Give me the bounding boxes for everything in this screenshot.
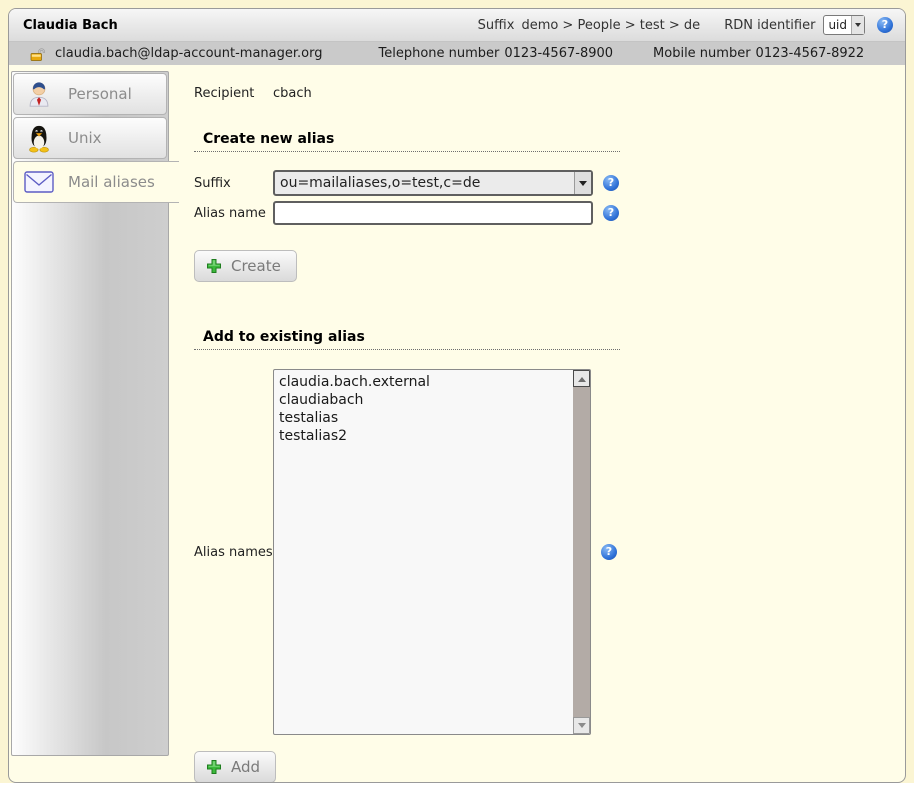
create-new-alias-heading: Create new alias bbox=[194, 131, 620, 152]
telephone-value: 0123-4567-8900 bbox=[504, 46, 613, 61]
alias-option[interactable]: testalias bbox=[274, 409, 573, 427]
suffix-field-label: Suffix bbox=[194, 176, 273, 191]
user-email: claudia.bach@ldap-account-manager.org bbox=[55, 46, 322, 61]
rdn-identifier-select[interactable]: uid bbox=[823, 15, 865, 35]
help-icon[interactable]: ? bbox=[877, 17, 893, 33]
chevron-down-icon bbox=[574, 172, 591, 194]
suffix-select[interactable]: ou=mailaliases,o=test,c=de bbox=[273, 170, 593, 196]
help-icon[interactable]: ? bbox=[603, 205, 619, 221]
alias-option[interactable]: claudiabach bbox=[274, 391, 573, 409]
sidebar-item-label: Personal bbox=[68, 85, 132, 103]
app-window: Claudia Bach Suffix demo > People > test… bbox=[8, 8, 906, 783]
telephone-label: Telephone number bbox=[378, 46, 499, 61]
suffix-row: Suffix ou=mailaliases,o=test,c=de ? bbox=[194, 170, 905, 196]
sidebar: Personal bbox=[9, 65, 179, 783]
header: Claudia Bach Suffix demo > People > test… bbox=[9, 9, 905, 42]
unlocked-padlock-icon bbox=[29, 47, 45, 61]
header-right-group: Suffix demo > People > test > de RDN ide… bbox=[478, 15, 893, 35]
add-button-label: Add bbox=[231, 758, 260, 776]
envelope-icon bbox=[23, 166, 55, 198]
alias-names-row: Alias names claudia.bach.externalclaudia… bbox=[194, 369, 905, 735]
plus-icon bbox=[206, 258, 222, 274]
recipient-value: cbach bbox=[273, 86, 312, 101]
header-subbar: claudia.bach@ldap-account-manager.org Te… bbox=[9, 42, 905, 65]
sidebar-item-personal[interactable]: Personal bbox=[13, 73, 167, 115]
rdn-identifier-label: RDN identifier bbox=[724, 18, 815, 33]
help-icon[interactable]: ? bbox=[601, 544, 617, 560]
listbox-scrollbar[interactable] bbox=[573, 370, 590, 734]
person-icon bbox=[23, 78, 55, 110]
suffix-label: Suffix bbox=[478, 18, 515, 33]
add-to-existing-alias-heading: Add to existing alias bbox=[194, 329, 620, 350]
alias-names-label: Alias names bbox=[194, 545, 273, 560]
create-button[interactable]: Create bbox=[194, 250, 297, 282]
alias-name-label: Alias name bbox=[194, 206, 273, 221]
triangle-down-icon bbox=[578, 723, 586, 732]
page-background: Claudia Bach Suffix demo > People > test… bbox=[0, 0, 914, 783]
content-area: Personal bbox=[9, 65, 905, 783]
sidebar-item-label: Mail aliases bbox=[68, 173, 155, 191]
suffix-select-value: ou=mailaliases,o=test,c=de bbox=[275, 175, 574, 191]
scrollbar-track[interactable] bbox=[573, 387, 590, 717]
sidebar-item-unix[interactable]: Unix bbox=[13, 117, 167, 159]
plus-icon bbox=[206, 759, 222, 775]
mobile-label: Mobile number bbox=[653, 46, 751, 61]
sidebar-item-label: Unix bbox=[68, 129, 102, 147]
alias-option[interactable]: claudia.bach.external bbox=[274, 373, 573, 391]
recipient-row: Recipient cbach bbox=[194, 86, 905, 101]
alias-option[interactable]: testalias2 bbox=[274, 427, 573, 445]
recipient-label: Recipient bbox=[194, 86, 273, 101]
scroll-down-button[interactable] bbox=[573, 717, 590, 734]
main-panel: Recipient cbach Create new alias Suffix … bbox=[179, 65, 905, 783]
help-icon[interactable]: ? bbox=[603, 175, 619, 191]
add-button[interactable]: Add bbox=[194, 751, 276, 783]
page-title: Claudia Bach bbox=[23, 18, 118, 33]
rdn-identifier-value: uid bbox=[824, 18, 851, 32]
sidebar-item-mail-aliases[interactable]: Mail aliases bbox=[13, 161, 179, 203]
alias-options-container: claudia.bach.externalclaudiabachtestalia… bbox=[274, 370, 573, 734]
alias-name-input[interactable] bbox=[273, 201, 593, 225]
sidebar-panel: Personal bbox=[11, 71, 169, 756]
penguin-icon bbox=[23, 122, 55, 154]
scroll-up-button[interactable] bbox=[573, 370, 590, 387]
create-button-label: Create bbox=[231, 257, 281, 275]
alias-name-row: Alias name ? bbox=[194, 201, 905, 225]
triangle-up-icon bbox=[578, 373, 586, 382]
chevron-down-icon bbox=[851, 16, 864, 34]
suffix-breadcrumb: demo > People > test > de bbox=[521, 18, 700, 33]
mobile-value: 0123-4567-8922 bbox=[756, 46, 865, 61]
alias-names-listbox[interactable]: claudia.bach.externalclaudiabachtestalia… bbox=[273, 369, 591, 735]
